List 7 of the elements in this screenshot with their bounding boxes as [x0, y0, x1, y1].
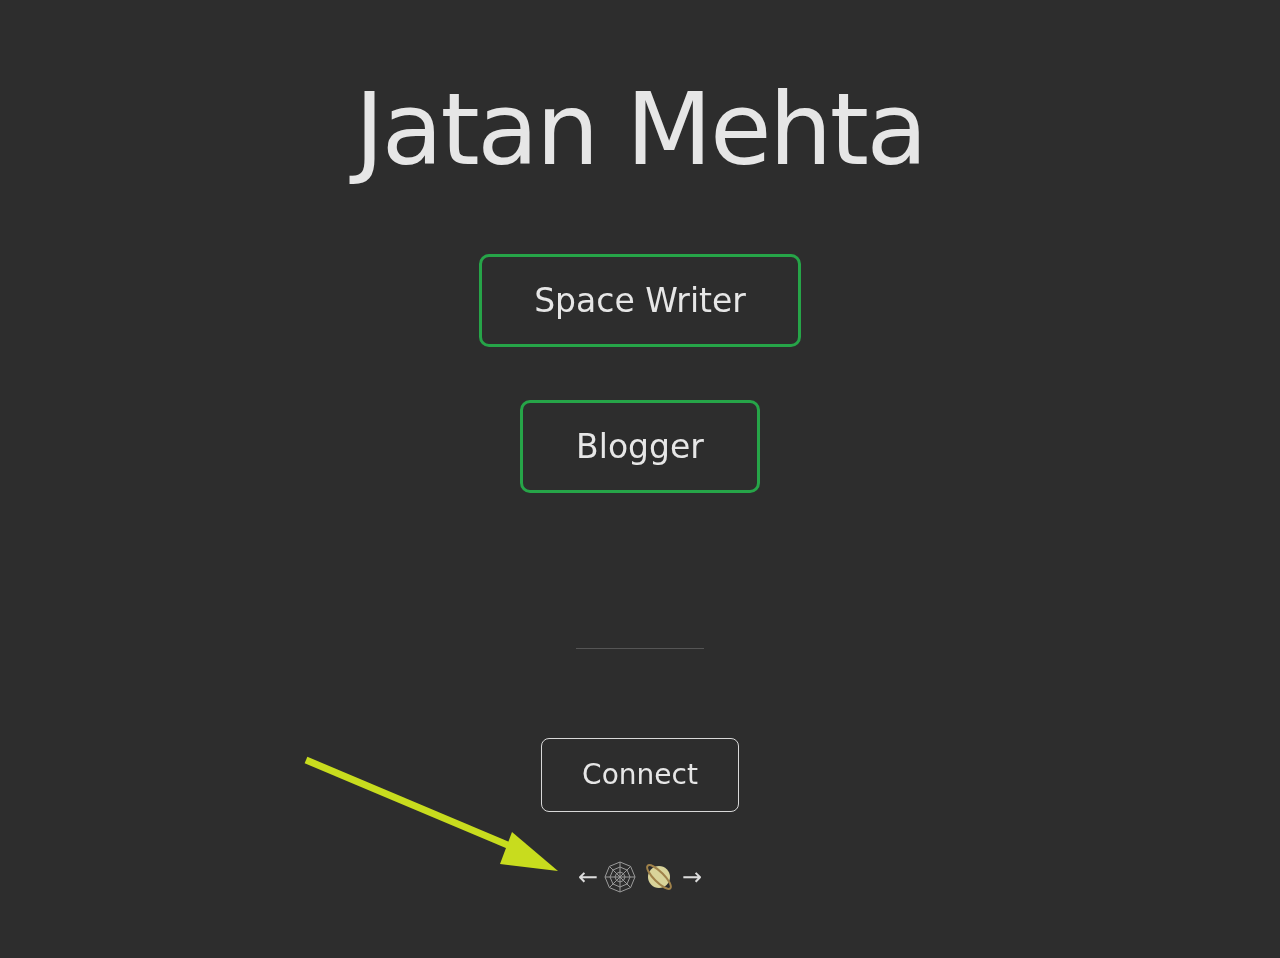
spider-web-icon[interactable] [604, 861, 636, 893]
page-title: Jatan Mehta [346, 60, 934, 200]
previous-link[interactable]: ← [577, 865, 598, 889]
role-link[interactable]: Space Writer [479, 254, 801, 347]
next-link[interactable]: → [682, 865, 703, 889]
role-link[interactable]: Blogger [520, 400, 760, 493]
connect-button[interactable]: Connect [541, 738, 739, 812]
